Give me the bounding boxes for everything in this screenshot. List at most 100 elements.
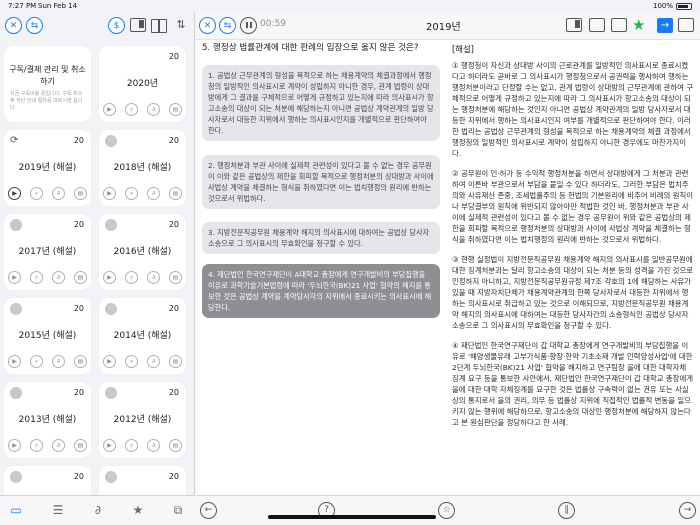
card-title: 2017년 (해설) (18, 247, 77, 257)
close-icon[interactable]: ✕ (199, 17, 216, 34)
card-actions: ▶ ⌕ ∂ ▤ (103, 103, 182, 117)
search-icon[interactable]: ⌕ (125, 439, 138, 452)
explanation-paragraph: ④ 재단법인 한국연구재단이 갑 대학교 총장에게 연구개발비의 부당집행을 이… (452, 341, 694, 427)
search-icon[interactable]: ⌕ (125, 187, 138, 200)
document-icon[interactable]: ▤ (74, 439, 87, 452)
refresh-icon: ⟳ (10, 135, 19, 146)
card-2018[interactable]: 20 2018년 (해설) ▶ ⌕ ∂ ▤ (99, 130, 186, 206)
play-icon[interactable]: ▶ (103, 271, 116, 284)
card-2019[interactable]: ⟳ 20 2019년 (해설) ▶ ⌕ ∂ ▤ (4, 130, 91, 206)
card-subscription[interactable]: 구독/결제 관리 및 취소하기 지금 구독이용 중입니다. 구독 취소 후 하단… (4, 46, 91, 122)
play-icon[interactable]: ▶ (103, 355, 116, 368)
document-icon[interactable]: ▤ (169, 355, 182, 368)
card-2015[interactable]: 20 2015년 (해설) ▶ ⌕ ∂ ▤ (4, 298, 91, 374)
card-next-left[interactable]: 20 (4, 466, 91, 498)
split-view-icon[interactable] (566, 18, 582, 32)
card-count: 20 (168, 388, 179, 397)
document-icon[interactable]: ▤ (169, 103, 182, 116)
card-actions: ▶ ⌕ ∂ ▤ (8, 355, 87, 369)
paperclip-icon[interactable]: ∂ (147, 271, 160, 284)
dollar-icon[interactable]: $ (108, 17, 125, 34)
next-arrow-icon[interactable]: → (657, 18, 673, 33)
split-view-icon[interactable] (130, 18, 146, 32)
search-icon[interactable]: ⌕ (125, 271, 138, 284)
explanation-paragraph: ② 공무원이 인·허가 등 수익적 행정처분을 하면서 상대방에게 그 처분과 … (452, 169, 694, 244)
play-icon[interactable]: ▶ (8, 439, 21, 452)
play-icon[interactable]: ▶ (103, 439, 116, 452)
document-icon[interactable]: ▤ (169, 439, 182, 452)
card-2012[interactable]: 20 2012년 (해설) ▶ ⌕ ∂ ▤ (99, 382, 186, 458)
paperclip-icon[interactable]: ∂ (147, 439, 160, 452)
card-2020[interactable]: 20 2020년 ▶ ⌕ ∂ ▤ (99, 46, 186, 122)
book-icon[interactable] (151, 19, 167, 33)
card-count: 20 (168, 136, 179, 145)
card-title: 2012년 (해설) (113, 415, 172, 425)
sort-icon[interactable]: ⇅ (174, 18, 188, 32)
folder-icon[interactable]: ▭ (8, 503, 24, 517)
option-4-selected[interactable]: 4. 재단법인 한국연구재단이 A대학교 총장에게 연구개발비의 부당집행을 이… (202, 264, 440, 318)
document-icon[interactable]: ▤ (74, 355, 87, 368)
expand-icon[interactable] (678, 18, 694, 32)
add-copy-icon[interactable]: ⧉ (170, 503, 186, 517)
card-2013[interactable]: 20 2013년 (해설) ▶ ⌕ ∂ ▤ (4, 382, 91, 458)
next-arrow-icon[interactable]: → (679, 502, 696, 519)
play-icon[interactable]: ▶ (8, 187, 21, 200)
battery-indicator: 100% (653, 2, 692, 10)
search-icon[interactable]: ⌕ (30, 355, 43, 368)
status-dot (10, 387, 22, 399)
option-3[interactable]: 3. 지방전문직공무원 채용계약 해지의 의사표시에 대하여는 공법상 당사자소… (202, 222, 440, 254)
play-icon[interactable]: ▶ (103, 187, 116, 200)
document-icon[interactable]: ▤ (74, 187, 87, 200)
search-icon[interactable]: ⌕ (30, 187, 43, 200)
main-bottom-bar: ← ? ☆ ∥ → (196, 495, 700, 525)
card-title: 2013년 (해설) (18, 415, 77, 425)
search-icon[interactable]: ⌕ (30, 271, 43, 284)
card-2016[interactable]: 20 2016년 (해설) ▶ ⌕ ∂ ▤ (99, 214, 186, 290)
paperclip-icon[interactable]: ∂ (147, 187, 160, 200)
card-next-right[interactable]: 20 (99, 466, 186, 498)
card-count: 20 (73, 136, 84, 145)
explanation-body: ① 행정청이 자신과 상대방 사이의 근로관계를 일방적인 의사표시로 종료시켰… (452, 60, 694, 437)
option-2[interactable]: 2. 행정처분과 부관 사이에 실제적 관련성이 있다고 볼 수 없는 경우 공… (202, 155, 440, 209)
previous-arrow-icon[interactable]: ← (200, 502, 217, 519)
explanation-paragraph: ③ 현행 실정법이 지방전문직공무원 채용계약 해지의 의사표시를 일반공무원에… (452, 255, 694, 330)
card-2014[interactable]: 20 2014년 (해설) ▶ ⌕ ∂ ▤ (99, 298, 186, 374)
paperclip-icon[interactable]: ∂ (52, 187, 65, 200)
main-toolbar: ✕ ⇆ 00:59 2019년 ★ → (196, 12, 700, 40)
paperclip-icon[interactable]: ∂ (52, 355, 65, 368)
card-title: 2019년 (해설) (18, 163, 77, 173)
pause-icon[interactable]: ∥ (558, 502, 575, 519)
card-actions: ▶ ⌕ ∂ ▤ (103, 439, 182, 453)
card-actions: ▶ ⌕ ∂ ▤ (103, 271, 182, 285)
image-icon[interactable] (589, 18, 605, 32)
search-icon[interactable]: ⌕ (30, 439, 43, 452)
document-icon[interactable]: ▤ (74, 271, 87, 284)
play-icon[interactable]: ▶ (8, 271, 21, 284)
document-icon[interactable]: ▤ (169, 271, 182, 284)
document-icon[interactable] (611, 18, 627, 32)
switch-icon[interactable]: ⇆ (26, 17, 43, 34)
paperclip-icon[interactable]: ∂ (147, 355, 160, 368)
paperclip-icon[interactable]: ∂ (52, 439, 65, 452)
paperclip-icon[interactable]: ∂ (147, 103, 160, 116)
card-actions: ▶ ⌕ ∂ ▤ (8, 271, 87, 285)
card-title: 2020년 (126, 79, 159, 89)
play-icon[interactable]: ▶ (8, 355, 21, 368)
paperclip-icon[interactable]: ∂ (52, 271, 65, 284)
card-count: 20 (73, 304, 84, 313)
option-1[interactable]: 1. 공법상 근무관계의 형성을 목적으로 하는 채용계약의 체결과정에서 행정… (202, 65, 440, 141)
switch-icon[interactable]: ⇆ (219, 17, 236, 34)
search-icon[interactable]: ⌕ (125, 103, 138, 116)
list-icon[interactable]: ☰ (50, 503, 66, 517)
play-icon[interactable]: ▶ (103, 103, 116, 116)
close-icon[interactable]: ✕ (5, 17, 22, 34)
status-bar: 7:27 PM Sun Feb 14 100% (0, 0, 700, 12)
card-2017[interactable]: 20 2017년 (해설) ▶ ⌕ ∂ ▤ (4, 214, 91, 290)
star-outline-icon[interactable]: ☆ (438, 502, 455, 519)
document-icon[interactable]: ▤ (169, 187, 182, 200)
search-icon[interactable]: ⌕ (125, 355, 138, 368)
favorite-star-icon[interactable]: ★ (632, 16, 645, 34)
paperclip-icon[interactable]: ∂ (90, 503, 106, 517)
star-icon[interactable]: ★ (130, 503, 146, 517)
pause-icon[interactable] (240, 17, 257, 34)
